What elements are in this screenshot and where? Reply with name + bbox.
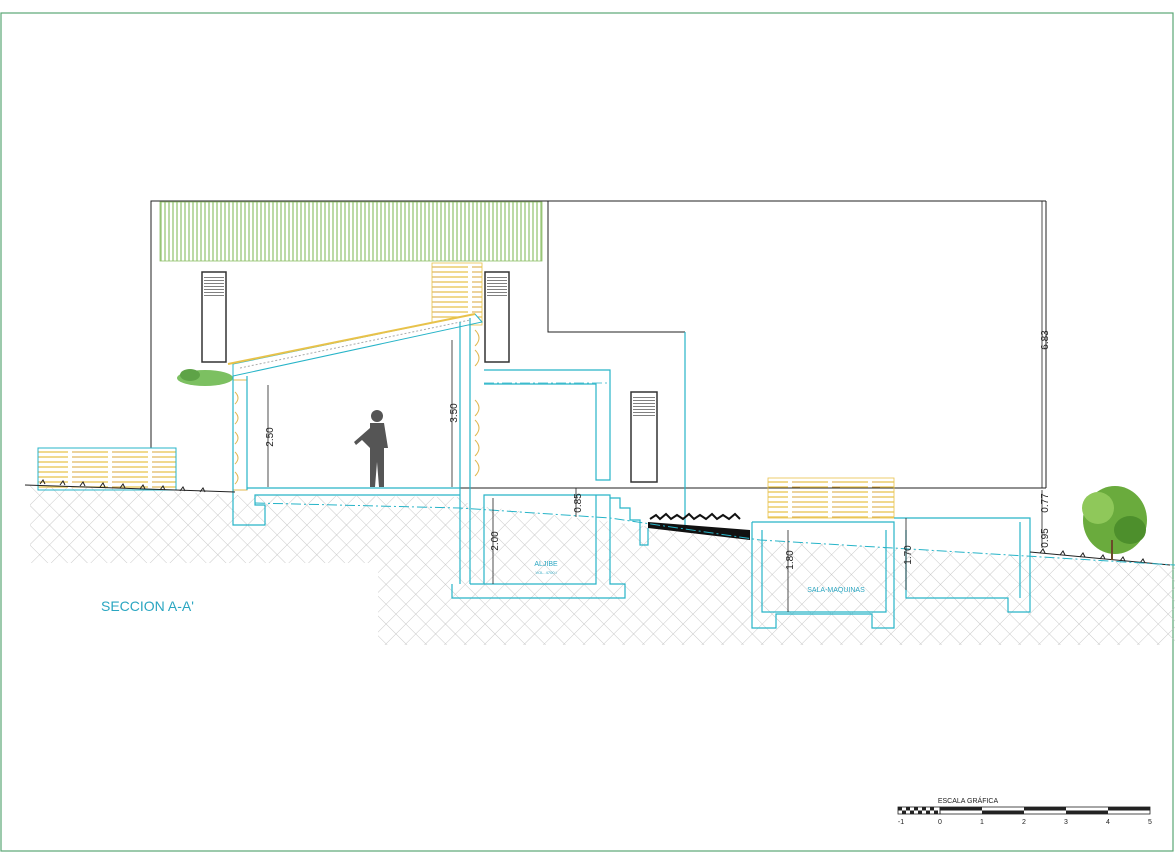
section-title: SECCION A-A'	[101, 598, 194, 614]
dim-inner-height: 2.50	[265, 427, 276, 447]
scale-tick: 4	[1106, 819, 1110, 826]
dim-aljibe-offset: 0.85	[573, 493, 584, 513]
dim-pit-height: 1.70	[903, 545, 914, 565]
planter-shrub	[177, 369, 233, 386]
dim-total-height: 6.83	[1040, 330, 1051, 350]
tree	[1082, 486, 1147, 560]
louver-window-1	[201, 271, 227, 363]
stone-wall-left	[232, 379, 248, 491]
dim-maquinas-inner: 1.80	[785, 550, 796, 570]
room-label-sala-maquinas: SALA-MAQUINAS	[807, 587, 865, 594]
scale-tick: 5	[1148, 819, 1152, 826]
sheet-frame	[0, 12, 1174, 852]
scale-tick: 1	[980, 819, 984, 826]
ground-hatch	[30, 485, 1175, 645]
roof-section	[227, 313, 483, 377]
louver-window-2	[484, 271, 510, 363]
louver-window-3	[630, 391, 658, 483]
green-roof	[159, 201, 543, 262]
scale-tick: 3	[1064, 819, 1068, 826]
scale-tick: 0	[938, 819, 942, 826]
section-drawing: 2.50 3.50 6.83 2.00 0.85 1.80 1.70 0.77 …	[0, 12, 1175, 852]
dim-aljibe-depth: 2.00	[490, 531, 501, 551]
dim-room-height: 3.50	[449, 403, 460, 423]
stone-wall-center	[474, 329, 480, 477]
scale-tick: -1	[898, 819, 904, 826]
scale-bar: ESCALA GRÁFICA -1 0 1 2 3 4 5	[897, 796, 1152, 826]
wood-bench-left	[37, 447, 177, 491]
scale-bar-title: ESCALA GRÁFICA	[938, 796, 999, 805]
wood-bench-right	[767, 477, 895, 519]
room-note-aljibe: VOL. 4700 l	[535, 570, 556, 575]
scale-tick: 2	[1022, 819, 1026, 826]
room-label-aljibe: ALJIBE	[534, 561, 558, 568]
person-silhouette	[354, 410, 388, 487]
dim-step-upper: 0.77	[1040, 493, 1051, 513]
dim-step-lower: 0.95	[1040, 528, 1051, 548]
